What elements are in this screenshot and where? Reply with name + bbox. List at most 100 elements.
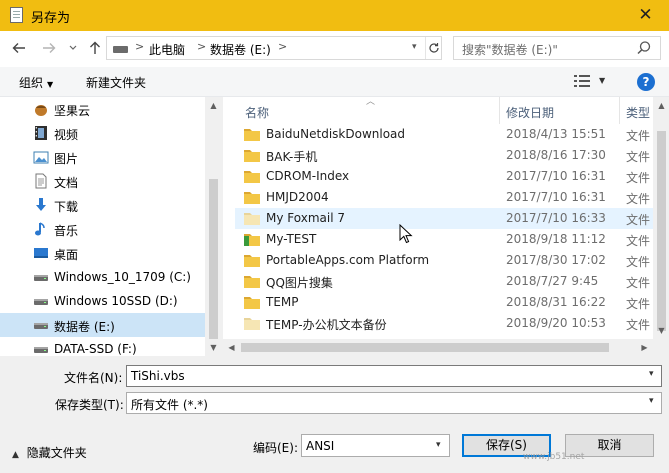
view-options-icon[interactable] [573,74,591,88]
back-button[interactable] [8,37,30,59]
scroll-down-arrow[interactable]: ▼ [653,322,669,339]
column-header-row: ︿ 名称 修改日期 类型 [223,97,653,124]
download-icon [33,197,49,213]
navigation-pane[interactable]: 坚果云 视频图片文档 下载 音乐 桌面 Windows_10_1709 (C:) Windo… [0,97,222,356]
file-date: 2018/8/31 16:22 [506,295,606,309]
sidebar-item[interactable]: 文档 [0,169,205,193]
column-header-date[interactable]: 修改日期 [506,104,554,121]
refresh-button[interactable] [425,37,442,59]
chevron-up-icon: ▲ [12,450,19,460]
scroll-left-arrow[interactable]: ◀ [223,339,240,356]
chevron-down-icon: ▼ [47,80,54,89]
filetype-label: 保存类型(T): [55,398,124,412]
scroll-up-arrow[interactable]: ▲ [205,97,222,114]
column-header-name[interactable]: 名称 [245,104,269,121]
file-name: TEMP [266,295,299,309]
column-divider[interactable] [619,97,620,124]
arrow-left-icon [12,43,25,53]
sidebar-item[interactable]: DATA-SSD (F:) [0,337,205,356]
view-dropdown-icon[interactable]: ▼ [599,76,605,85]
encoding-select[interactable]: ANSI ▾ [301,434,450,457]
sort-ascending-icon: ︿ [366,97,376,107]
file-row[interactable]: TEMP-办公机文本备份 2018/9/20 10:53 文件 [235,313,653,334]
navigation-scrollbar[interactable]: ▲ ▼ [205,97,222,356]
file-row[interactable]: CDROM-Index 2017/7/10 16:31 文件 [235,166,653,187]
hide-folders-button[interactable]: ▲ 隐藏文件夹 [12,444,87,461]
scroll-down-arrow[interactable]: ▼ [205,339,222,356]
file-row[interactable]: QQ图片搜集 2018/7/27 9:45 文件 [235,271,653,292]
new-folder-button[interactable]: 新建文件夹 [86,74,146,91]
sidebar-item[interactable]: 视频 [0,121,205,145]
sidebar-item[interactable]: Windows 10SSD (D:) [0,289,205,313]
drive-icon [33,341,49,356]
chevron-down-icon[interactable]: ▾ [436,440,441,450]
file-list-hscrollbar[interactable]: ◀ ▶ [223,339,653,356]
address-dropdown-icon[interactable]: ▾ [412,42,417,52]
encoding-label: 编码(E): [253,441,298,455]
file-row[interactable]: BaiduNetdiskDownload 2018/4/13 15:51 文件 [235,124,653,145]
column-divider[interactable] [499,97,500,124]
watermark: www.jb51.net [523,452,585,462]
scroll-right-arrow[interactable]: ▶ [636,339,653,356]
refresh-icon [429,43,439,53]
file-row[interactable]: PortableApps.com Platform 2017/8/30 17:02… [235,250,653,271]
search-box[interactable]: 搜索"数据卷 (E:)" [453,36,661,60]
file-row[interactable]: BAK-手机 2018/8/16 17:30 文件 [235,145,653,166]
breadcrumb-this-pc[interactable]: 此电脑 [149,41,185,58]
file-row[interactable]: HMJD2004 2017/7/10 16:31 文件 [235,187,653,208]
chevron-down-icon[interactable]: ▾ [649,396,654,406]
scrollbar-thumb[interactable] [209,179,218,339]
scrollbar-thumb[interactable] [657,131,666,331]
video-icon [33,125,49,141]
breadcrumb-separator[interactable]: > [197,40,206,53]
address-bar[interactable]: > 此电脑 > 数据卷 (E:) > ▾ [106,36,442,60]
hscrollbar-thumb[interactable] [241,343,609,352]
breadcrumb-separator[interactable]: > [135,40,144,53]
sidebar-item[interactable]: 数据卷 (E:) [0,313,205,337]
organize-button[interactable]: 组织 ▼ [19,74,53,91]
sidebar-item[interactable]: 图片 [0,145,205,169]
chevron-down-icon[interactable]: ▾ [649,369,654,379]
file-type: 文件 [626,276,651,290]
file-type: 文件 [626,213,651,227]
folder-icon [244,295,260,309]
folder-icon [244,148,260,162]
title-bar: 另存为 ✕ [0,0,669,31]
filetype-select[interactable]: 所有文件 (*.*) ▾ [126,392,662,414]
column-header-type[interactable]: 类型 [626,104,650,121]
help-button[interactable]: ? [637,73,655,91]
file-list[interactable]: ︿ 名称 修改日期 类型 BaiduNetdiskDownload 2018/4/… [222,97,669,356]
folder-icon [244,274,260,288]
file-list-scrollbar[interactable]: ▲ ▼ [653,97,669,339]
file-row[interactable]: TEMP 2018/8/31 16:22 文件 [235,292,653,313]
file-row[interactable]: My Foxmail 7 2017/7/10 16:33 文件 [235,208,653,229]
sidebar-item-label: Windows_10_1709 (C:) [54,270,191,284]
window-title: 另存为 [31,11,71,26]
file-row[interactable]: My-TEST 2018/9/18 11:12 文件 [235,229,653,250]
file-date: 2018/9/18 11:12 [506,232,606,246]
forward-button[interactable] [38,37,60,59]
sidebar-item[interactable]: 下载 [0,193,205,217]
up-button[interactable] [84,37,106,59]
file-name: TEMP-办公机文本备份 [266,318,387,332]
recent-locations-button[interactable] [62,37,84,59]
close-button[interactable]: ✕ [622,0,669,31]
sidebar-item[interactable]: 桌面 [0,241,205,265]
breadcrumb-data-volume[interactable]: 数据卷 (E:) [210,41,271,58]
filename-label: 文件名(N): [64,371,123,385]
scroll-up-arrow[interactable]: ▲ [653,97,669,114]
sidebar-item[interactable]: 坚果云 [0,97,205,121]
sidebar-item-label: 图片 [54,152,79,166]
sidebar-item[interactable]: Windows_10_1709 (C:) [0,265,205,289]
sidebar-item[interactable]: 音乐 [0,217,205,241]
file-name: HMJD2004 [266,190,329,204]
search-input[interactable]: 搜索"数据卷 (E:)" [462,41,558,58]
filename-field[interactable]: TiShi.vbs ▾ [126,365,662,387]
filename-value[interactable]: TiShi.vbs [131,369,185,383]
file-date: 2017/7/10 16:33 [506,211,606,225]
document-icon [33,173,49,189]
file-date: 2017/8/30 17:02 [506,253,606,267]
file-name: BAK-手机 [266,150,318,164]
breadcrumb-separator[interactable]: > [278,40,287,53]
file-name: My Foxmail 7 [266,211,345,225]
